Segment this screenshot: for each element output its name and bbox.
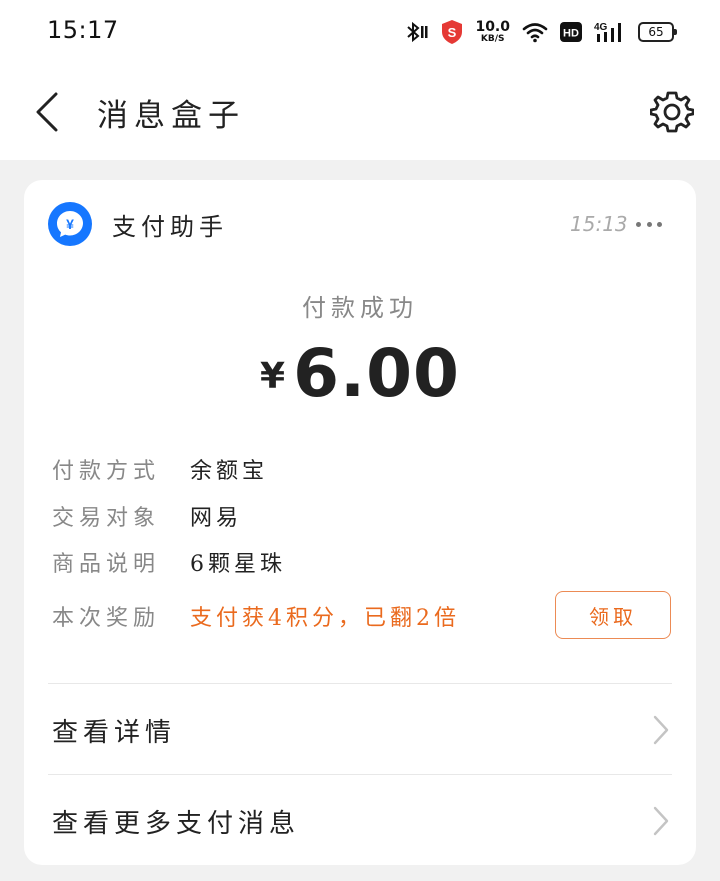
network-speed-unit: KB/S bbox=[480, 34, 505, 44]
claim-reward-button[interactable]: 领取 bbox=[555, 591, 671, 639]
chevron-right-icon bbox=[653, 806, 669, 836]
signal-icon: 4G bbox=[594, 22, 621, 42]
network-type: 4G bbox=[594, 22, 608, 33]
link-label: 查看更多支付消息 bbox=[52, 809, 301, 839]
more-options-icon[interactable] bbox=[634, 210, 664, 238]
bluetooth-icon bbox=[407, 21, 428, 43]
status-icons: S 10.0 KB/S HD 4G 65 bbox=[403, 16, 677, 48]
battery-level: 65 bbox=[648, 25, 664, 39]
page-title: 消息盒子 bbox=[97, 98, 245, 134]
battery-icon: 65 bbox=[638, 22, 677, 42]
detail-value: 网易 bbox=[190, 506, 243, 531]
avatar-symbol: ¥ bbox=[66, 216, 74, 232]
payment-amount: ¥6.00 bbox=[24, 335, 696, 412]
network-speed: 10.0 KB/S bbox=[475, 20, 510, 44]
currency-symbol: ¥ bbox=[260, 356, 286, 397]
status-bar: 15:17 S 10.0 KB/S HD 4G 65 bbox=[0, 0, 720, 64]
link-label: 查看详情 bbox=[52, 718, 177, 748]
detail-label: 交易对象 bbox=[52, 506, 161, 531]
detail-value: 6颗星珠 bbox=[190, 552, 286, 577]
network-speed-value: 10.0 bbox=[475, 19, 510, 35]
hd-icon: HD bbox=[560, 22, 582, 42]
reward-value: 支付获4积分，已翻2倍 bbox=[190, 606, 460, 631]
message-time: 15:13 bbox=[570, 212, 628, 236]
detail-label: 本次奖励 bbox=[52, 606, 161, 631]
sender-name: 支付助手 bbox=[112, 213, 228, 241]
view-details-link[interactable]: 查看详情 bbox=[48, 684, 672, 774]
payment-message-card: ¥ 支付助手 15:13 付款成功 ¥6.00 付款方式 余额宝 交易对象 网易… bbox=[24, 180, 696, 865]
svg-text:S: S bbox=[448, 25, 457, 40]
detail-label: 商品说明 bbox=[52, 552, 161, 577]
detail-value: 余额宝 bbox=[190, 459, 269, 484]
gear-icon[interactable] bbox=[650, 90, 694, 134]
view-more-payment-messages-link[interactable]: 查看更多支付消息 bbox=[48, 775, 672, 865]
payment-assistant-avatar: ¥ bbox=[48, 202, 92, 246]
detail-label: 付款方式 bbox=[52, 459, 161, 484]
payment-status: 付款成功 bbox=[302, 294, 418, 322]
chevron-right-icon bbox=[653, 715, 669, 745]
security-shield-icon: S bbox=[442, 20, 463, 44]
chevron-left-icon[interactable] bbox=[30, 90, 70, 134]
nav-bar: 消息盒子 bbox=[0, 64, 720, 160]
hd-label: HD bbox=[563, 28, 579, 40]
amount-value: 6.00 bbox=[293, 335, 460, 412]
status-time: 15:17 bbox=[47, 16, 119, 44]
yuan-chat-icon: ¥ bbox=[57, 211, 83, 237]
wifi-icon bbox=[522, 23, 548, 43]
